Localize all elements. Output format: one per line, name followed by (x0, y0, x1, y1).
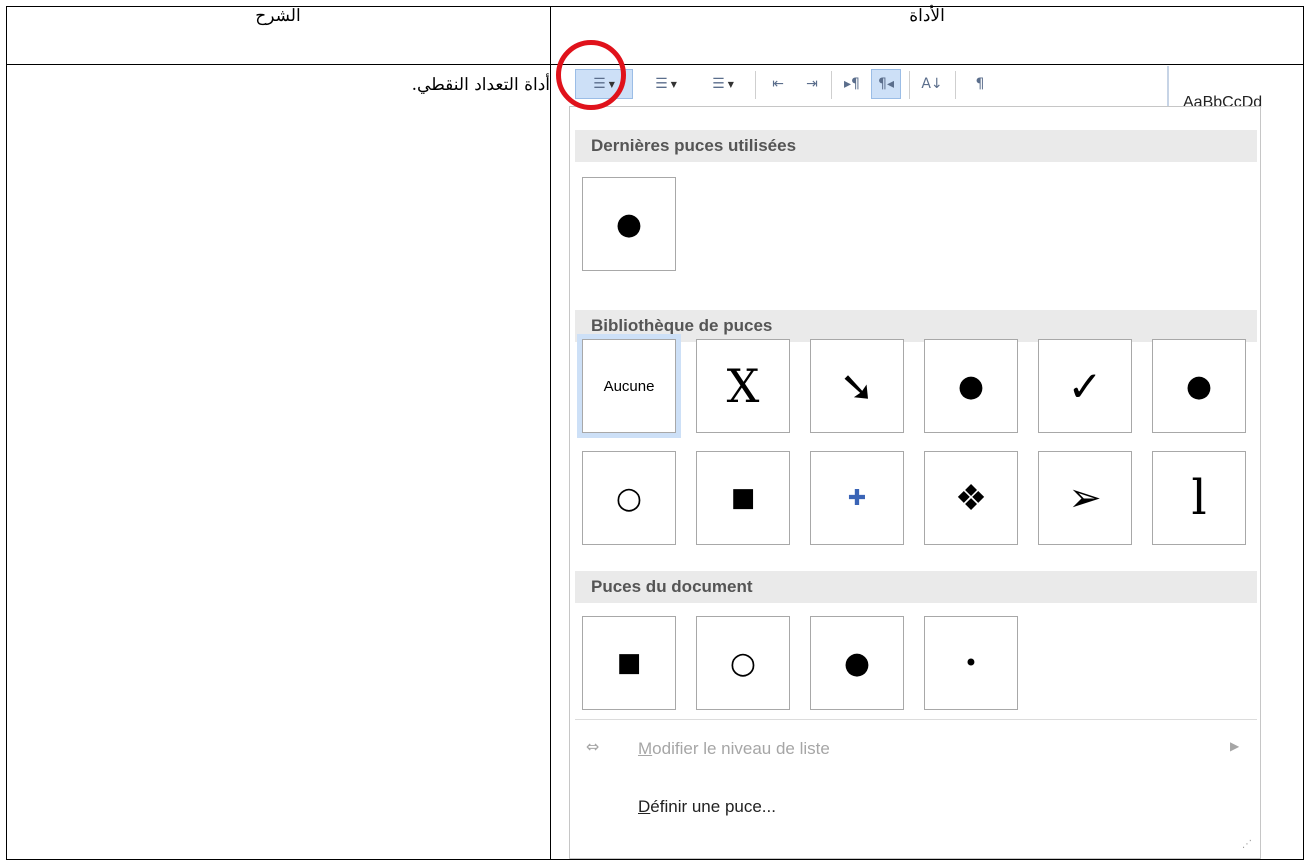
bullet-check[interactable]: ✓ (1038, 339, 1132, 433)
resize-grip-icon[interactable]: ⋰ (1242, 839, 1252, 850)
bullet-glyph: ✓ (1067, 361, 1103, 411)
change-list-level-item[interactable]: Modifier le niveau de liste (638, 739, 830, 759)
doc-bullet-square[interactable]: ■ (582, 616, 676, 710)
bullet-glyph: ● (957, 368, 985, 404)
multilevel-list-button[interactable]: ☰ ▼ (697, 69, 749, 99)
bullet-library-dropdown: Dernières puces utilisées ● Bibliothèque… (569, 106, 1261, 859)
bullet-circle[interactable]: ○ (582, 451, 676, 545)
numbering-button[interactable]: ☰ ▼ (641, 69, 691, 99)
bullet-glyph: ○ (615, 480, 643, 516)
library-section-title: Bibliothèque de puces (575, 310, 1257, 342)
table-border-left (6, 6, 7, 860)
rtl-icon: ¶◂ (878, 76, 894, 92)
row-label: أداة التعداد النقطي. (411, 75, 550, 95)
bullet-color-cross[interactable]: ✚ (810, 451, 904, 545)
bullet-none[interactable]: Aucune (582, 339, 676, 433)
bullet-l[interactable]: l (1152, 451, 1246, 545)
ribbon-separator (909, 71, 910, 99)
sort-button[interactable]: A↓ (917, 69, 947, 99)
doc-bullet-circle[interactable]: ○ (696, 616, 790, 710)
doc-bullet-dot[interactable]: ● (810, 616, 904, 710)
change-level-text: odifier le niveau de liste (652, 739, 830, 758)
increase-indent-button[interactable]: ⇥ (797, 69, 827, 99)
pilcrow-icon: ¶ (975, 76, 985, 92)
change-level-accel: M (638, 739, 653, 758)
numbered-list-icon: ☰ (655, 76, 668, 92)
table-border-bottom (6, 859, 1304, 860)
bullet-square[interactable]: ■ (696, 451, 790, 545)
header-explanation: الشرح (255, 6, 301, 26)
bullet-dot-2[interactable]: ● (1152, 339, 1246, 433)
document-section-title: Puces du document (575, 571, 1257, 603)
table-border-divider (550, 6, 551, 860)
bullet-x[interactable]: X (696, 339, 790, 433)
bullet-glyph: l (1191, 470, 1207, 526)
submenu-arrow-icon: ▶ (1230, 739, 1240, 753)
ltr-icon: ▸¶ (844, 76, 860, 92)
bullet-arrowhead[interactable]: ➢ (1038, 451, 1132, 545)
rtl-button[interactable]: ¶◂ (871, 69, 901, 99)
header-tool: الأداة (909, 6, 945, 26)
show-marks-button[interactable]: ¶ (965, 69, 995, 99)
bullet-glyph: ■ (616, 648, 642, 678)
bullet-glyph: ● (1185, 368, 1213, 404)
bullet-glyph: ● (843, 645, 871, 681)
bullet-arrow[interactable]: ➘ (810, 339, 904, 433)
bullet-glyph: X (726, 359, 760, 413)
ltr-button[interactable]: ▸¶ (837, 69, 867, 99)
word-screenshot: ☰ ▼ ☰ ▼ ☰ ▼ ⇤ ⇥ ▸¶ ¶◂ A↓ ¶ AaBbCcDd Dernièr… (569, 66, 1303, 859)
menu-separator (575, 719, 1257, 720)
ribbon-separator (955, 71, 956, 99)
recent-section-title: Dernières puces utilisées (575, 130, 1257, 162)
multilevel-list-icon: ☰ (712, 76, 725, 92)
list-level-icon: ⇔ (586, 737, 600, 756)
indent-left-icon: ⇤ (772, 76, 784, 92)
table-border-mid (6, 64, 1304, 65)
bullet-glyph: • (963, 649, 979, 677)
highlight-circle (556, 40, 626, 110)
bullet-dot[interactable]: ● (924, 339, 1018, 433)
define-accel: D (638, 797, 651, 816)
bullet-glyph: ✚ (847, 485, 867, 511)
recent-bullet[interactable]: ● (582, 177, 676, 271)
define-text: éfinir une puce... (650, 797, 776, 816)
chevron-down-icon: ▼ (727, 79, 734, 89)
decrease-indent-button[interactable]: ⇤ (763, 69, 793, 99)
bullet-glyph: ➘ (839, 361, 875, 411)
define-bullet-item[interactable]: Définir une puce... (638, 797, 776, 817)
sort-icon: A↓ (921, 76, 943, 92)
bullet-glyph: Aucune (603, 377, 655, 395)
bullet-glyph: ● (615, 206, 643, 242)
indent-right-icon: ⇥ (806, 76, 818, 92)
bullet-glyph: ➢ (1068, 475, 1102, 521)
ribbon-separator (831, 71, 832, 99)
bullet-glyph: ❖ (954, 477, 988, 519)
ribbon-separator (755, 71, 756, 99)
bullet-diamonds[interactable]: ❖ (924, 451, 1018, 545)
bullet-glyph: ■ (730, 483, 756, 513)
chevron-down-icon: ▼ (670, 79, 677, 89)
bullet-glyph: ○ (729, 645, 757, 681)
doc-bullet-small-dot[interactable]: • (924, 616, 1018, 710)
table-border-right (1303, 6, 1304, 860)
